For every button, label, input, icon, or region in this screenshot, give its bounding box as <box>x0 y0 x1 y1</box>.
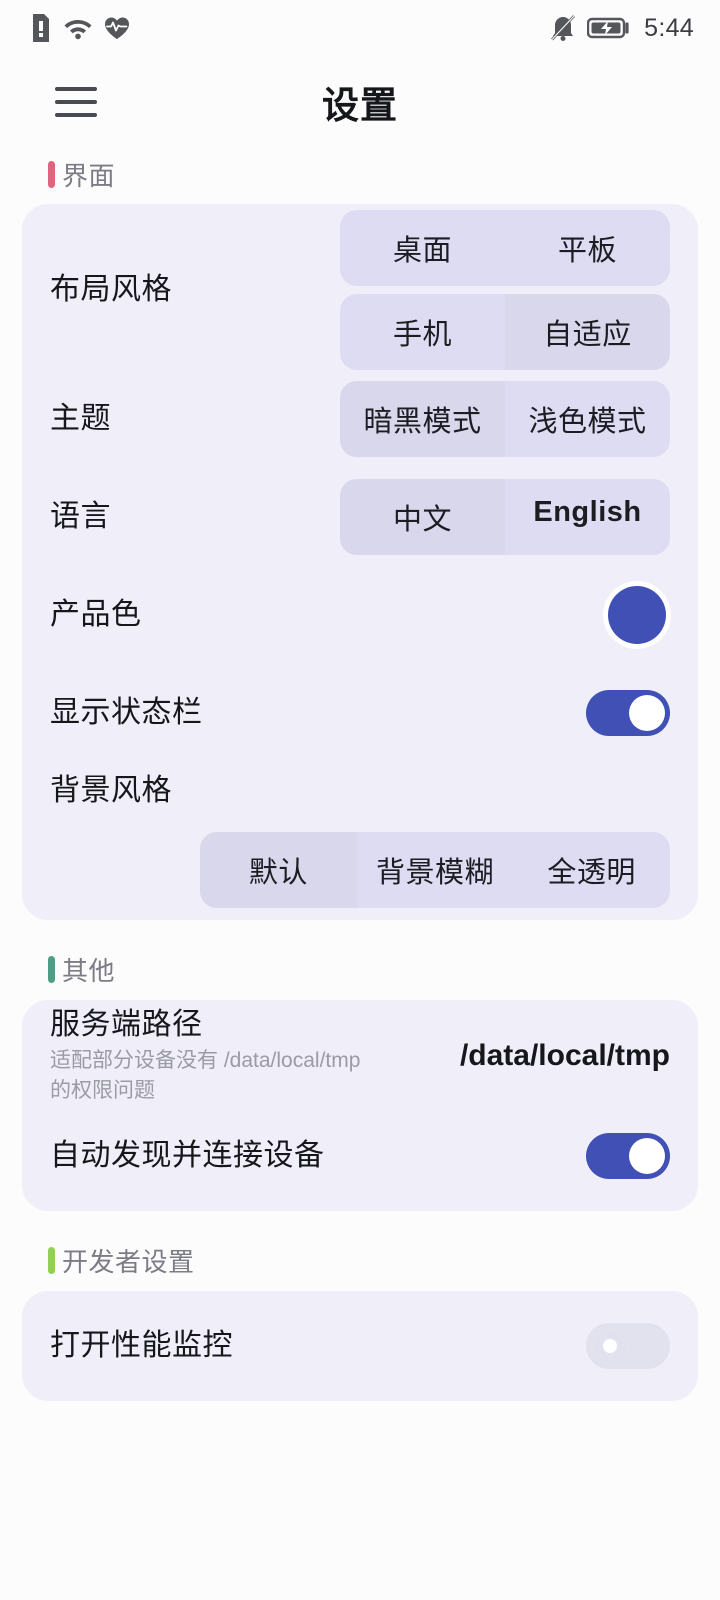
row-label-background-style: 背景风格 <box>50 774 172 807</box>
app-bar: 设置 <box>0 56 720 148</box>
row-label-theme: 主题 <box>50 402 111 436</box>
seg-layout-tablet[interactable]: 平板 <box>505 210 670 286</box>
status-bar: 5:44 <box>0 0 720 56</box>
status-bar-right-icons: 5:44 <box>550 14 694 43</box>
seg-theme-dark[interactable]: 暗黑模式 <box>340 381 505 457</box>
layout-style-segmented-control: 桌面 平板 手机 自适应 <box>340 210 670 370</box>
seg-language-chinese[interactable]: 中文 <box>340 479 505 555</box>
wifi-icon <box>63 16 93 40</box>
row-label-performance-monitor: 打开性能监控 <box>50 1329 233 1363</box>
toggle-knob <box>592 1327 628 1364</box>
auto-discover-toggle[interactable] <box>586 1132 670 1179</box>
server-path-value: /data/local/tmp <box>459 1039 670 1073</box>
settings-screen: 5:44 设置 界面 布局风格 桌面 平板 手机 自适应 主题 暗黑模式 浅色模… <box>0 0 720 1600</box>
page-title: 设置 <box>322 85 398 126</box>
status-bar-time: 5:44 <box>644 13 694 42</box>
section-title-interface: 界面 <box>62 160 116 191</box>
background-style-segmented-control: 默认 背景模糊 全透明 <box>200 831 670 908</box>
theme-segmented-control: 暗黑模式 浅色模式 <box>340 381 670 457</box>
row-show-status-bar: 显示状态栏 <box>22 664 698 762</box>
section-header-developer: 开发者设置 <box>0 1235 720 1287</box>
toggle-knob <box>629 1137 665 1174</box>
section-title-other: 其他 <box>62 956 116 986</box>
battery-charging-icon <box>587 16 631 40</box>
interface-card: 布局风格 桌面 平板 手机 自适应 主题 暗黑模式 浅色模式 语言 中文 Eng… <box>22 204 698 920</box>
developer-card: 打开性能监控 <box>22 1290 698 1401</box>
seg-layout-phone[interactable]: 手机 <box>340 294 505 370</box>
language-segmented-control: 中文 English <box>340 479 670 555</box>
row-label-layout-style: 布局风格 <box>50 273 172 307</box>
row-auto-discover: 自动发现并连接设备 <box>22 1107 698 1205</box>
bell-muted-icon <box>550 14 576 42</box>
row-label-auto-discover: 自动发现并连接设备 <box>50 1139 325 1173</box>
row-language: 语言 中文 English <box>22 468 698 566</box>
row-label-language: 语言 <box>50 500 111 534</box>
section-header-other: 其他 <box>0 944 720 996</box>
product-color-swatch[interactable] <box>608 586 666 644</box>
section-accent-bar <box>48 1247 55 1275</box>
other-card: 服务端路径 适配部分设备没有 /data/local/tmp 的权限问题 /da… <box>22 999 698 1211</box>
seg-background-blur[interactable]: 背景模糊 <box>357 832 514 908</box>
seg-language-english[interactable]: English <box>505 479 670 555</box>
row-sub-server-path: 适配部分设备没有 /data/local/tmp 的权限问题 <box>50 1049 361 1103</box>
seg-theme-light[interactable]: 浅色模式 <box>505 381 670 457</box>
seg-background-default[interactable]: 默认 <box>200 831 357 908</box>
show-status-bar-toggle[interactable] <box>586 690 670 736</box>
row-server-path[interactable]: 服务端路径 适配部分设备没有 /data/local/tmp 的权限问题 /da… <box>22 1006 698 1107</box>
section-accent-bar <box>48 956 55 983</box>
row-background-style: 背景风格 默认 背景模糊 全透明 <box>22 762 698 914</box>
row-label-product-color: 产品色 <box>50 598 142 632</box>
row-label-server-path: 服务端路径 <box>50 1007 203 1041</box>
section-accent-bar <box>48 160 55 188</box>
section-title-developer: 开发者设置 <box>62 1247 195 1278</box>
seg-layout-desktop[interactable]: 桌面 <box>340 210 505 286</box>
toggle-knob <box>629 695 665 731</box>
row-layout-style: 布局风格 桌面 平板 手机 自适应 <box>22 210 698 370</box>
hamburger-menu-icon[interactable] <box>48 74 104 130</box>
seg-layout-adaptive[interactable]: 自适应 <box>505 294 670 370</box>
row-performance-monitor: 打开性能监控 <box>22 1297 698 1395</box>
row-label-show-status-bar: 显示状态栏 <box>50 696 203 730</box>
seg-background-transparent[interactable]: 全透明 <box>513 832 670 908</box>
heart-rate-icon <box>104 16 130 40</box>
row-theme: 主题 暗黑模式 浅色模式 <box>22 370 698 468</box>
section-header-interface: 界面 <box>0 148 720 200</box>
performance-monitor-toggle[interactable] <box>586 1322 670 1369</box>
row-product-color: 产品色 <box>22 566 698 664</box>
sim-card-alert-icon <box>30 14 52 42</box>
status-bar-left-icons <box>30 14 130 42</box>
